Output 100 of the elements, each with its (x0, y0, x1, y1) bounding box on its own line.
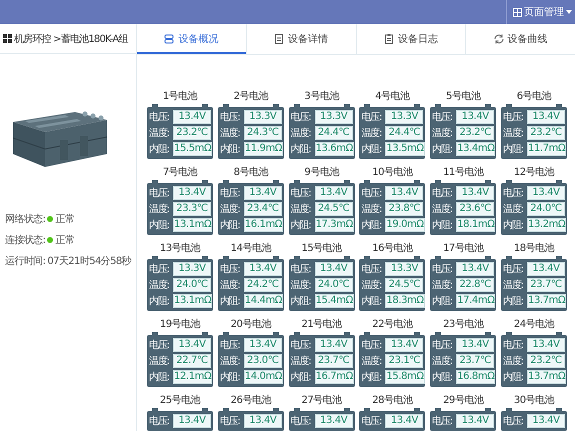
reading-label: 温度: (290, 278, 312, 292)
reading-label: 电压: (149, 110, 170, 124)
tab[interactable]: 设备概况 (137, 24, 247, 54)
reading-value: 24.3℃ (244, 126, 282, 140)
battery-name: 19号电池 (160, 319, 200, 331)
reading-label: 温度: (361, 126, 382, 140)
reading-value: 23.7℃ (526, 278, 565, 292)
reading-label: 温度: (502, 278, 524, 292)
reading-label: 温度: (220, 202, 241, 216)
reading-label: 温度: (290, 126, 312, 140)
battery-name: 23号电池 (443, 319, 484, 331)
reading-label: 温度: (290, 354, 312, 368)
reading-label: 电压: (432, 414, 453, 428)
reading-value: 13.4V (244, 414, 282, 428)
reading-label: 内阻: (149, 294, 170, 308)
battery-name: 2号电池 (234, 91, 268, 103)
reading-value: 13.4V (314, 338, 353, 352)
battery-name: 13号电池 (160, 243, 200, 255)
reading-label: 电压: (220, 414, 241, 428)
reading-value: 13.4V (314, 414, 353, 428)
reading-value: 13.4V (173, 186, 211, 200)
reading-label: 内阻: (290, 142, 312, 156)
reading-value: 14.0mΩ (244, 370, 284, 384)
reading-value: 13.4V (385, 414, 424, 428)
reading-value: 19.0mΩ (385, 218, 425, 232)
reading-value: 14.4mΩ (244, 294, 284, 308)
reading-value: 13.6mΩ (314, 142, 354, 156)
reading-value: 13.4V (173, 338, 211, 352)
reading-label: 温度: (149, 278, 170, 292)
reading-label: 温度: (361, 278, 382, 292)
document-icon (274, 34, 284, 44)
reading-label: 电压: (502, 186, 524, 200)
battery-name: 30号电池 (514, 395, 554, 407)
reading-label: 电压: (220, 338, 241, 352)
reading-label: 电压: (432, 110, 453, 124)
reading-value: 15.5mΩ (173, 142, 212, 156)
reading-label: 电压: (361, 338, 382, 352)
reading-label: 电压: (220, 110, 241, 124)
battery-name: 28号电池 (372, 395, 412, 407)
reading-label: 温度: (149, 126, 170, 140)
reading-label: 内阻: (290, 294, 312, 308)
reading-label: 温度: (290, 202, 312, 216)
reading-label: 内阻: (361, 218, 382, 232)
reading-label: 温度: (502, 354, 524, 368)
status-value: 正常 (55, 212, 74, 226)
reading-value: 11.7mΩ (526, 142, 566, 156)
reading-value: 13.4V (244, 338, 282, 352)
reading-label: 电压: (432, 186, 453, 200)
battery-name: 5号电池 (446, 91, 480, 103)
reading-label: 电压: (502, 414, 524, 428)
reading-value: 13.4mΩ (456, 142, 496, 156)
reading-value: 23.2℃ (526, 354, 565, 368)
reading-label: 温度: (361, 202, 382, 216)
reading-label: 电压: (290, 186, 312, 200)
grid-icon (3, 34, 12, 43)
reading-value: 13.4V (314, 262, 353, 276)
reading-value: 15.8mΩ (385, 370, 425, 384)
reading-value: 13.4V (526, 338, 565, 352)
reading-label: 内阻: (149, 142, 170, 156)
reading-value: 13.5mΩ (385, 142, 425, 156)
reading-value: 17.3mΩ (314, 218, 354, 232)
reading-label: 温度: (432, 354, 453, 368)
reading-label: 温度: (432, 278, 453, 292)
reading-label: 内阻: (290, 370, 312, 384)
reading-value: 16.7mΩ (314, 370, 354, 384)
reading-label: 内阻: (502, 218, 524, 232)
battery-name: 21号电池 (301, 319, 342, 331)
caret-icon (566, 10, 572, 14)
reading-label: 温度: (432, 126, 453, 140)
reading-label: 温度: (220, 278, 241, 292)
reading-label: 电压: (361, 414, 382, 428)
reading-label: 电压: (361, 186, 382, 200)
reading-label: 电压: (149, 262, 170, 276)
reading-value: 24.4℃ (314, 126, 353, 140)
reading-value: 13.4V (244, 262, 282, 276)
battery-name: 26号电池 (230, 395, 271, 407)
reading-value: 13.1mΩ (173, 218, 212, 232)
reading-label: 电压: (502, 262, 524, 276)
battery-name: 22号电池 (372, 319, 412, 331)
status-label: 运行时间: (5, 254, 46, 268)
reading-value: 11.9mΩ (244, 142, 284, 156)
reading-value: 13.1mΩ (173, 294, 212, 308)
reading-label: 电压: (361, 110, 382, 124)
reading-label: 电压: (149, 414, 170, 428)
reading-label: 内阻: (432, 142, 453, 156)
reading-label: 内阻: (290, 218, 312, 232)
battery-name: 1号电池 (162, 91, 198, 103)
reading-label: 温度: (220, 354, 241, 368)
reading-value: 13.4V (526, 186, 565, 200)
battery-name: 29号电池 (443, 395, 484, 407)
reading-label: 内阻: (220, 294, 241, 308)
battery-name: 3号电池 (304, 91, 339, 103)
reading-label: 内阻: (502, 142, 524, 156)
reading-value: 13.4V (456, 338, 494, 352)
reading-value: 13.4V (456, 110, 494, 124)
reading-value: 13.4V (173, 414, 211, 428)
reading-value: 13.4V (526, 414, 565, 428)
reading-value: 24.4℃ (385, 126, 424, 140)
reading-value: 13.3V (244, 110, 282, 124)
reading-value: 16.1mΩ (244, 218, 284, 232)
